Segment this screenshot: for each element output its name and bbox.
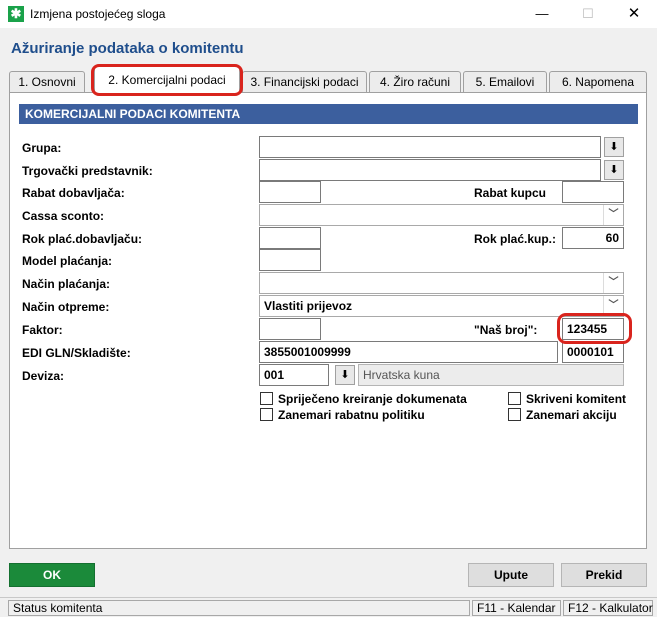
tab-ziro-racuni[interactable]: 4. Žiro računi [369,71,461,93]
chevron-down-icon[interactable]: ﹀ [603,205,623,225]
zanemari-rabatnu-politiku-checkbox[interactable]: Zanemari rabatnu politiku [260,408,425,422]
tab-financijski-podaci[interactable]: 3. Financijski podaci [242,71,367,93]
edi-gln-label: EDI GLN/Skladište: [22,346,131,360]
deviza-name-field: Hrvatska kuna [358,364,624,386]
checkbox-box[interactable] [260,392,273,405]
ok-button[interactable]: OK [9,563,95,587]
checkbox-label: Zanemari akciju [526,408,617,422]
grupa-download-arrow-icon[interactable]: ⬇ [604,137,624,157]
faktor-label: Faktor: [22,323,63,337]
skriveni-komitent-checkbox[interactable]: Skriveni komitent [508,392,626,406]
chevron-down-icon[interactable]: ﹀ [603,296,623,316]
checkbox-box[interactable] [508,408,521,421]
skladiste-input[interactable]: 0000101 [562,341,624,363]
trgovacki-predstavnik-input[interactable] [259,159,601,181]
deviza-code-input[interactable]: 001 [259,364,329,386]
rabat-kupcu-label: Rabat kupcu [474,186,547,200]
f12-kalkulator[interactable]: F12 - Kalkulator [563,600,653,616]
edi-gln-input[interactable]: 3855001009999 [259,341,558,363]
rok-plac-kup-label: Rok plać.kup.: [474,232,557,246]
faktor-input[interactable] [259,318,321,340]
nacin-otpreme-value: Vlastiti prijevoz [264,299,353,313]
rabat-dobavljaca-label: Rabat dobavljača: [22,186,125,200]
model-placanja-label: Model plaćanja: [22,254,113,268]
nacin-placanja-select[interactable]: ﹀ [259,272,624,294]
grupa-input[interactable] [259,136,601,158]
section-header: KOMERCIJALNI PODACI KOMITENTA [19,104,638,124]
nacin-otpreme-label: Način otpreme: [22,300,110,314]
f11-kalendar[interactable]: F11 - Kalendar [472,600,561,616]
title-bar: ✱ Izmjena postojećeg sloga — ☐ ✕ [0,0,657,28]
trgovacki-predstavnik-label: Trgovački predstavnik: [22,164,153,178]
rok-plac-dobavljacu-input[interactable] [259,227,321,249]
checkbox-box[interactable] [508,392,521,405]
page-title: Ažuriranje podataka o komitentu [11,40,244,57]
cassa-sconto-select[interactable]: ﹀ [259,204,624,226]
checkbox-label: Zanemari rabatnu politiku [278,408,425,422]
checkbox-label: Skriveni komitent [526,392,627,406]
nas-broj-input[interactable]: 123455 [562,318,624,340]
maximize-button[interactable]: ☐ [565,0,611,28]
checkbox-box[interactable] [260,408,273,421]
zanemari-akciju-checkbox[interactable]: Zanemari akciju [508,408,617,422]
grupa-label: Grupa: [22,141,62,155]
model-placanja-input[interactable] [259,249,321,271]
rabat-kupcu-input[interactable] [562,181,624,203]
status-bar: Status komitenta F11 - Kalendar F12 - Ka… [0,597,657,617]
nacin-otpreme-select[interactable]: Vlastiti prijevoz ﹀ [259,295,624,317]
tab-osnovni[interactable]: 1. Osnovni [9,71,85,93]
tab-emailovi[interactable]: 5. Emailovi [463,71,547,93]
checkbox-label: Spriječeno kreiranje dokumenata [278,392,467,406]
cassa-sconto-label: Cassa sconto: [22,209,105,223]
deviza-label: Deviza: [22,369,65,383]
nacin-placanja-label: Način plaćanja: [22,277,111,291]
sprijeceno-kreiranje-checkbox[interactable]: Spriječeno kreiranje dokumenata [260,392,467,406]
tab-komercijalni-podaci[interactable]: 2. Komercijalni podaci [94,66,240,94]
rabat-dobavljaca-input[interactable] [259,181,321,203]
window-title: Izmjena postojećeg sloga [30,7,166,21]
status-komitenta: Status komitenta [8,600,470,616]
chevron-down-icon[interactable]: ﹀ [603,273,623,293]
prekid-button[interactable]: Prekid [561,563,647,587]
app-icon: ✱ [8,6,24,22]
rok-plac-kup-input[interactable]: 60 [562,227,624,249]
upute-button[interactable]: Upute [468,563,554,587]
minimize-button[interactable]: — [519,0,565,28]
rok-plac-dobavljacu-label: Rok plać.dobavljaču: [22,232,143,246]
close-button[interactable]: ✕ [611,0,657,28]
trgovacki-predstavnik-download-arrow-icon[interactable]: ⬇ [604,160,624,180]
deviza-download-arrow-icon[interactable]: ⬇ [335,365,355,385]
tab-napomena[interactable]: 6. Napomena [549,71,647,93]
nas-broj-label: "Naš broj": [474,323,538,337]
